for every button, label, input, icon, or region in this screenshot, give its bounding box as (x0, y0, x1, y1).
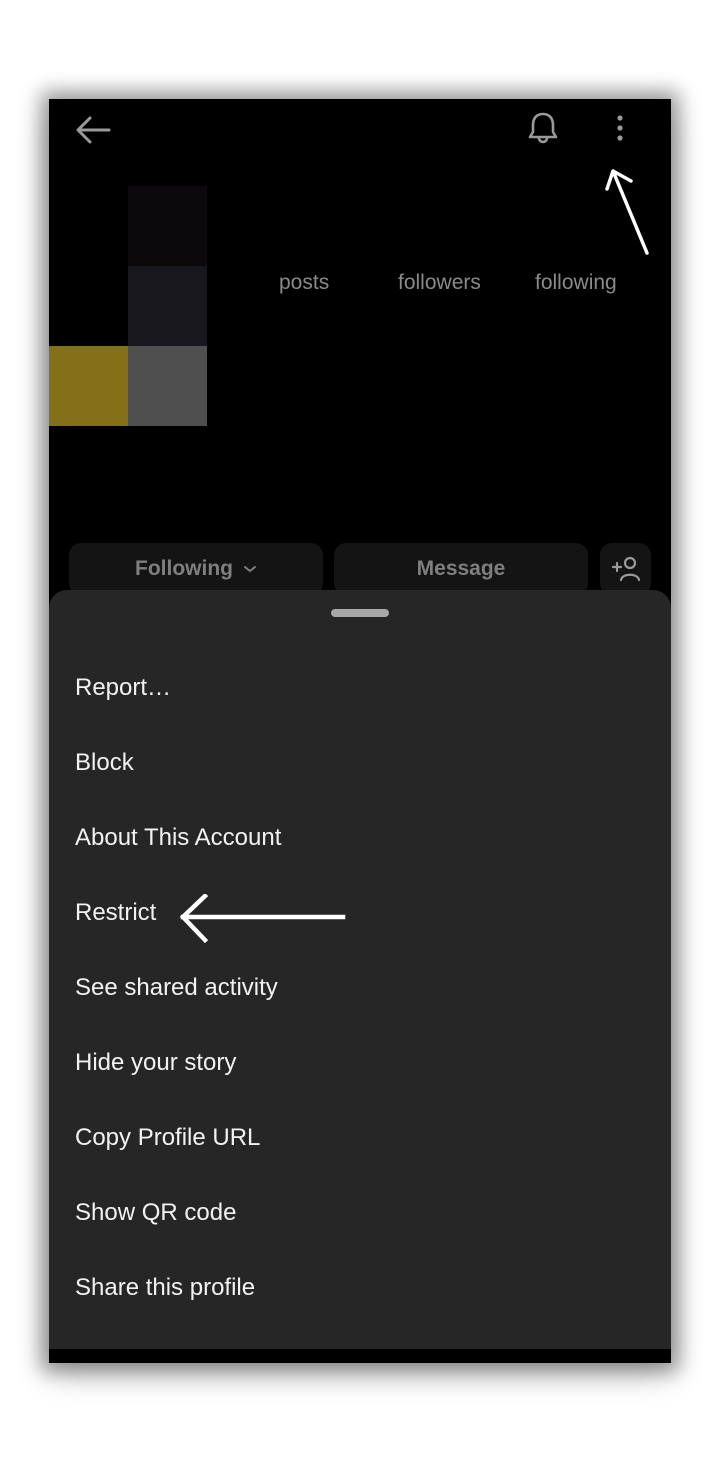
menu-item-block[interactable]: Block (49, 725, 671, 800)
profile-avatar[interactable] (49, 186, 209, 426)
add-user-icon (611, 556, 640, 582)
add-user-button[interactable] (600, 543, 651, 595)
stat-following[interactable]: following (535, 271, 617, 295)
avatar-tile (49, 346, 128, 426)
back-button[interactable] (73, 113, 113, 149)
more-vertical-icon (617, 115, 623, 141)
menu-item-share-profile[interactable]: Share this profile (49, 1250, 671, 1325)
notifications-button[interactable] (523, 109, 563, 149)
top-bar (49, 99, 671, 159)
arrow-left-icon (76, 116, 111, 144)
annotation-arrow-up-icon (605, 169, 649, 255)
options-menu: Report… Block About This Account Restric… (49, 650, 671, 1325)
menu-item-qr-code[interactable]: Show QR code (49, 1175, 671, 1250)
following-label: Following (135, 557, 233, 580)
bell-icon (528, 112, 558, 144)
avatar-tile (128, 186, 207, 266)
following-button[interactable]: Following (69, 543, 323, 595)
sheet-drag-handle[interactable] (331, 609, 389, 617)
stat-followers[interactable]: followers (398, 271, 481, 295)
menu-item-restrict[interactable]: Restrict (49, 875, 671, 950)
menu-item-hide-story[interactable]: Hide your story (49, 1025, 671, 1100)
avatar-tile (128, 266, 207, 346)
avatar-tile (128, 346, 207, 426)
more-options-button[interactable] (605, 109, 635, 149)
menu-item-shared-activity[interactable]: See shared activity (49, 950, 671, 1025)
options-bottom-sheet: Report… Block About This Account Restric… (49, 590, 671, 1349)
phone-screen: posts followers following Following Mess… (49, 99, 671, 1363)
chevron-down-icon (243, 566, 256, 573)
stat-posts[interactable]: posts (279, 271, 329, 295)
menu-item-copy-url[interactable]: Copy Profile URL (49, 1100, 671, 1175)
menu-item-report[interactable]: Report… (49, 650, 671, 725)
menu-item-about-account[interactable]: About This Account (49, 800, 671, 875)
message-label: Message (416, 557, 506, 580)
message-button[interactable]: Message (334, 543, 588, 595)
